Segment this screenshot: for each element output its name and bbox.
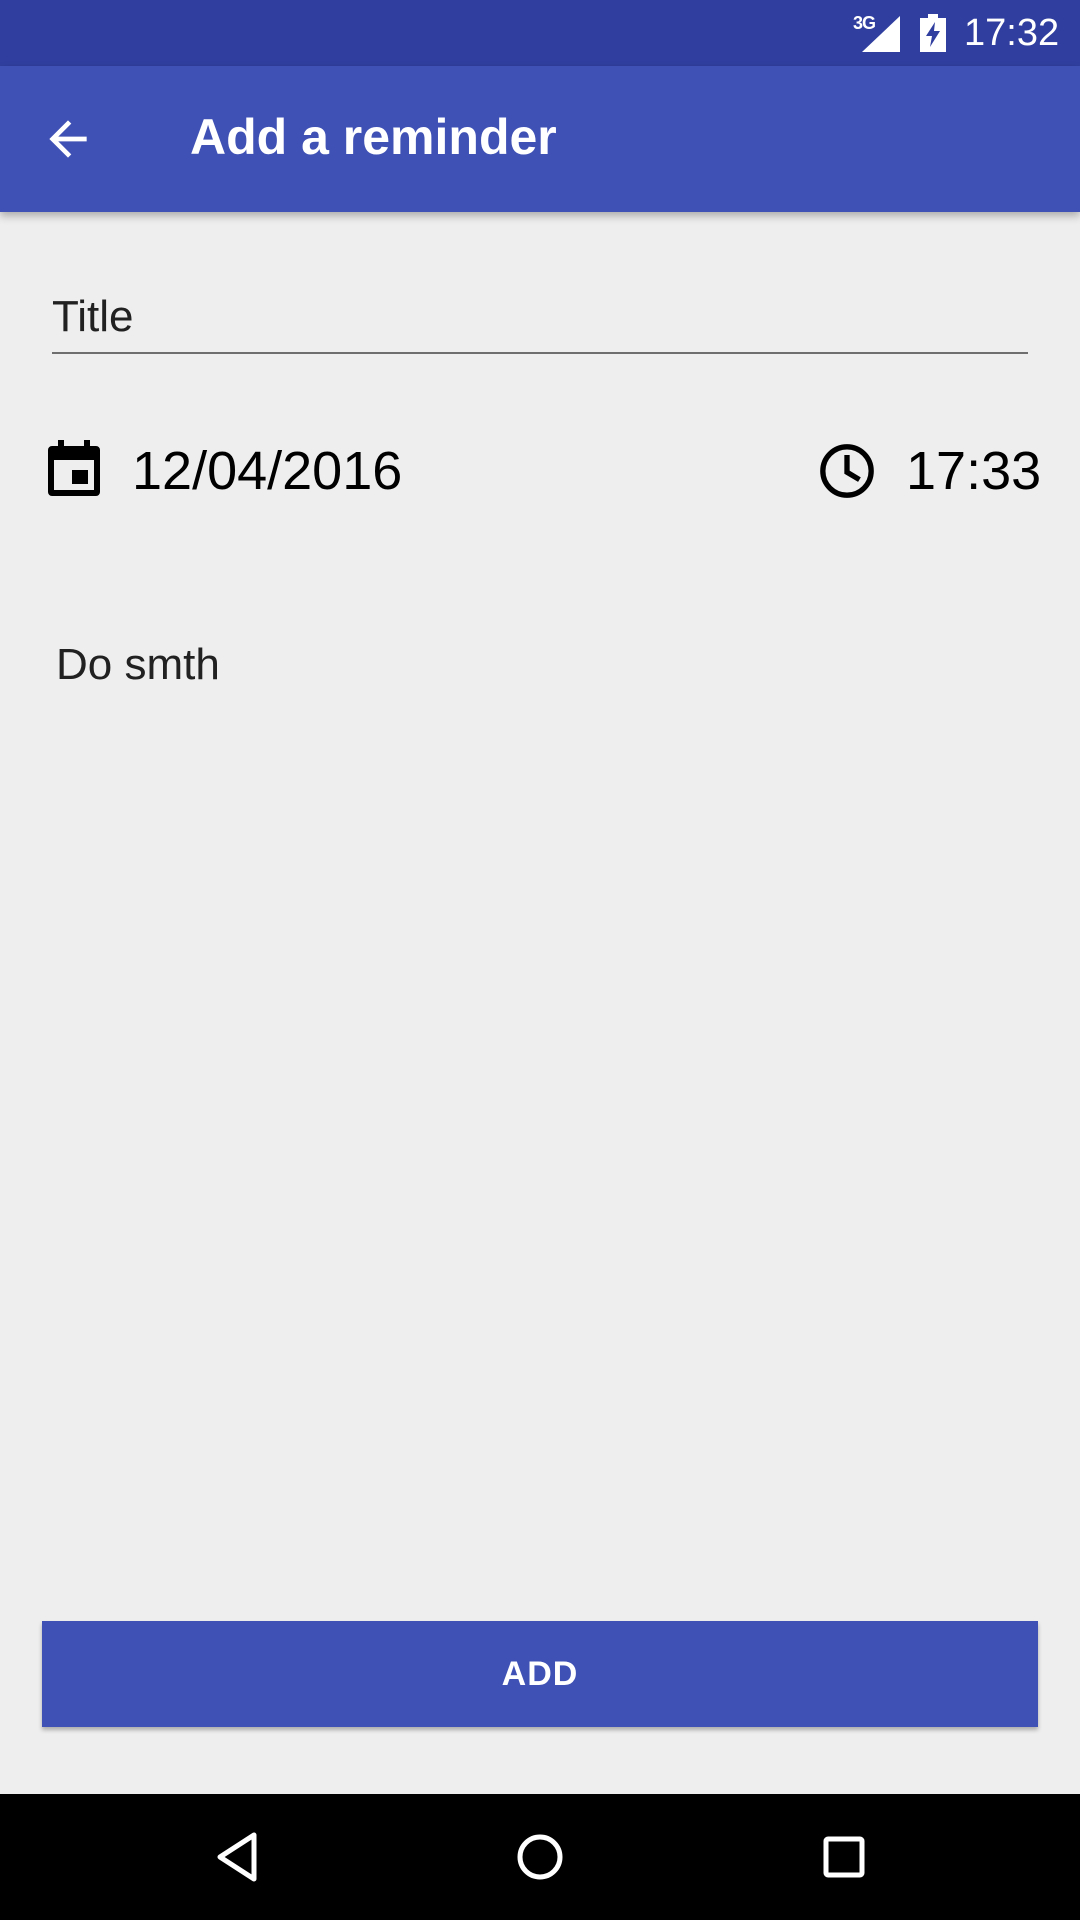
nav-back-icon[interactable] bbox=[208, 1827, 268, 1887]
title-input[interactable] bbox=[52, 282, 1028, 354]
clock-icon bbox=[820, 444, 874, 498]
time-value: 17:33 bbox=[906, 441, 1042, 501]
date-value: 12/04/2016 bbox=[132, 441, 403, 501]
app-bar: Add a reminder bbox=[0, 66, 1080, 212]
navigation-bar bbox=[0, 1794, 1080, 1920]
nav-recents-icon[interactable] bbox=[814, 1827, 874, 1887]
arrow-back-icon[interactable] bbox=[40, 111, 96, 167]
screen: 3G 17:32 Add a reminder 12/04/2016 bbox=[0, 0, 1080, 1920]
add-button[interactable]: ADD bbox=[42, 1621, 1038, 1727]
description-input[interactable]: Do smth bbox=[56, 632, 1024, 1532]
time-picker[interactable]: 17:33 bbox=[818, 436, 1042, 506]
status-bar: 3G 17:32 bbox=[0, 0, 1080, 66]
calendar-icon bbox=[48, 440, 100, 496]
nav-home-icon[interactable] bbox=[510, 1827, 570, 1887]
battery-charging-icon bbox=[920, 14, 946, 52]
page-title: Add a reminder bbox=[190, 109, 557, 165]
status-clock: 17:32 bbox=[964, 12, 1060, 54]
signal-icon bbox=[862, 16, 900, 52]
date-picker[interactable]: 12/04/2016 bbox=[48, 436, 468, 506]
